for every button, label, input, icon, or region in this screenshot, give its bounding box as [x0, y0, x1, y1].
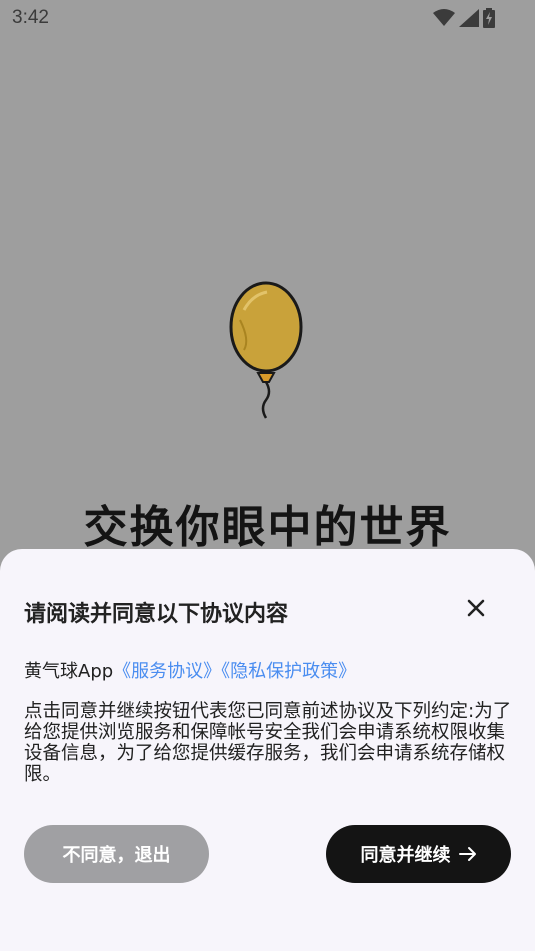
dialog-title: 请阅读并同意以下协议内容: [24, 602, 289, 627]
app-name: 黄气球App: [24, 661, 114, 682]
arrow-right-icon: [458, 847, 476, 861]
status-icons: [433, 8, 495, 28]
close-button[interactable]: [462, 594, 490, 622]
battery-charging-icon: [483, 8, 495, 28]
privacy-policy-link[interactable]: 《隐私保护政策》: [221, 661, 356, 682]
agreement-links: 黄气球App《服务协议》《隐私保护政策》: [24, 657, 356, 683]
hero-area: 交换你眼中的世界: [0, 36, 535, 553]
agree-label: 同意并继续: [360, 845, 451, 866]
close-icon: [467, 599, 485, 617]
terms-link[interactable]: 《服务协议》: [113, 661, 221, 682]
status-time: 3:42: [12, 7, 49, 28]
slogan-text: 交换你眼中的世界: [83, 502, 452, 553]
balloon-illustration: [229, 281, 303, 419]
signal-icon: [459, 9, 479, 27]
dialog-body: 点击同意并继续按钮代表您已同意前述协议及下列约定:为了给您提供浏览服务和保障帐号…: [24, 701, 512, 785]
agree-continue-button[interactable]: 同意并继续: [326, 825, 511, 883]
wifi-icon: [433, 9, 455, 26]
disagree-label: 不同意，退出: [62, 845, 171, 866]
privacy-dialog: 请阅读并同意以下协议内容 黄气球App《服务协议》《隐私保护政策》 点击同意并继…: [0, 549, 535, 951]
disagree-exit-button[interactable]: 不同意，退出: [24, 825, 209, 883]
status-bar: 3:42: [0, 0, 535, 36]
